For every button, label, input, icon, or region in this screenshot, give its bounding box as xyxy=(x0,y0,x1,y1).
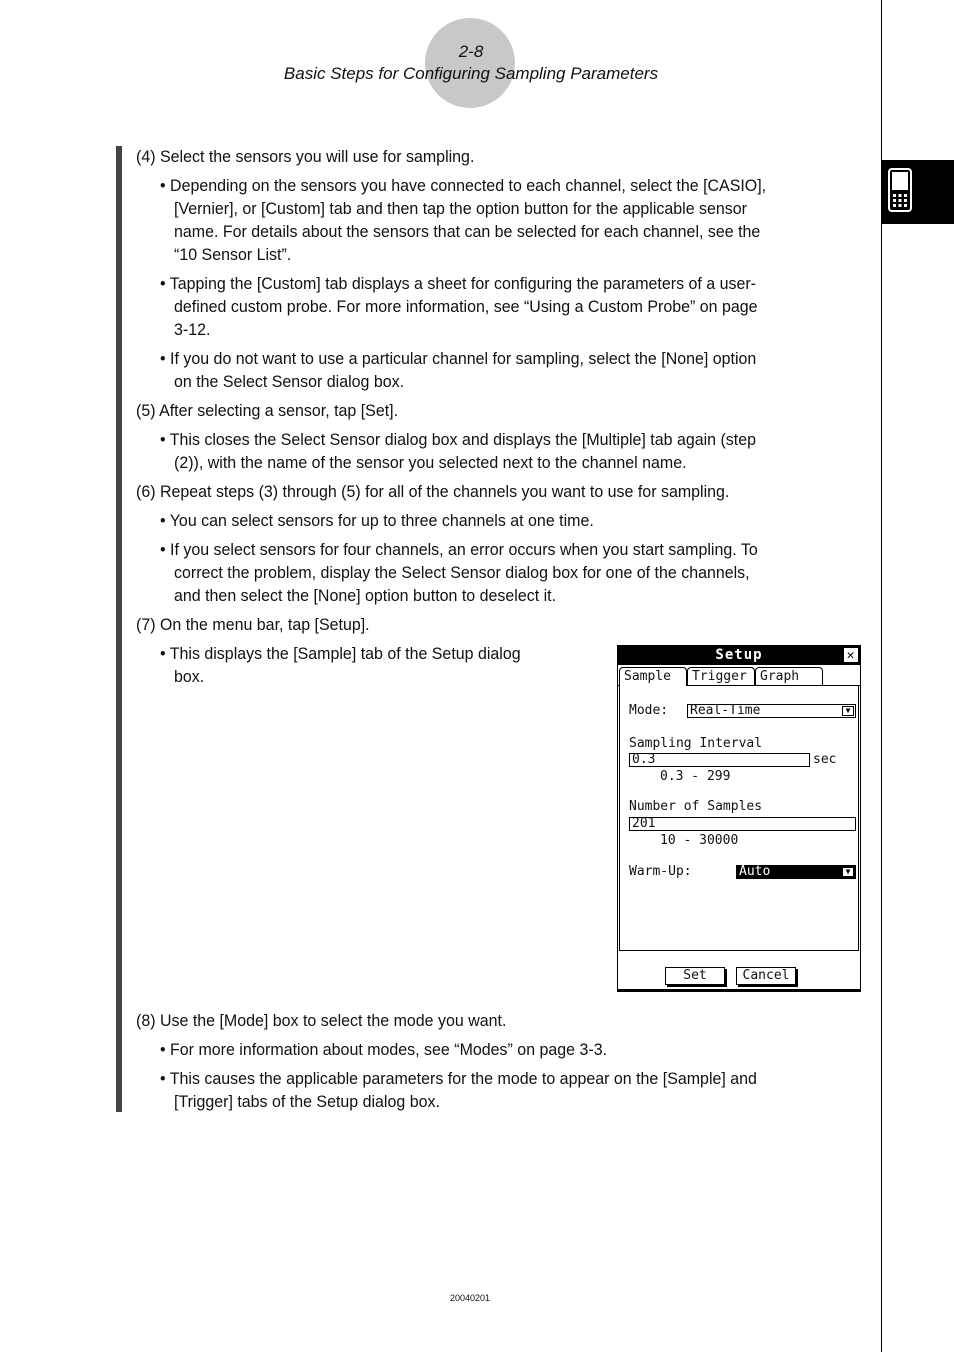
header-circle-decoration xyxy=(425,18,515,108)
number-of-samples-label: Number of Samples xyxy=(629,799,763,814)
dialog-title-bar: Setup ✕ xyxy=(618,646,860,665)
cancel-button[interactable]: Cancel xyxy=(736,967,796,985)
warm-up-value: Auto xyxy=(739,864,771,879)
step-6: (6) Repeat steps (3) through (5) for all… xyxy=(136,482,730,501)
step-4-bullet-3-line-2: on the Select Sensor dialog box. xyxy=(174,372,405,391)
set-button[interactable]: Set xyxy=(665,967,725,985)
step-5-bullet-1-line-2: (2)), with the name of the sensor you se… xyxy=(174,453,687,472)
sampling-interval-input[interactable]: 0.3 xyxy=(629,753,810,767)
step-5-bullet-1: • This closes the Select Sensor dialog b… xyxy=(160,430,757,449)
step-8-bullet-1: • For more information about modes, see … xyxy=(160,1040,608,1059)
change-bar xyxy=(116,146,122,1112)
dialog-bottom-border xyxy=(618,989,860,991)
step-4-bullet-3: • If you do not want to use a particular… xyxy=(160,349,757,368)
step-4-bullet-2: • Tapping the [Custom] tab displays a sh… xyxy=(160,274,757,293)
section-title: Basic Steps for Configuring Sampling Par… xyxy=(283,64,659,83)
warm-up-label: Warm-Up: xyxy=(629,864,692,879)
interval-unit: sec xyxy=(813,752,837,767)
step-6-bullet-1: • You can select sensors for up to three… xyxy=(160,511,594,530)
step-4-bullet-2-line-2: defined custom probe. For more informati… xyxy=(174,297,758,316)
setup-dialog: Setup ✕ Sample Trigger Graph Mode: Real-… xyxy=(617,645,861,992)
step-4: (4) Select the sensors you will use for … xyxy=(136,147,475,166)
step-6-bullet-2: • If you select sensors for four channel… xyxy=(160,540,758,559)
step-6-bullet-2-line-2: correct the problem, display the Select … xyxy=(174,563,750,582)
step-4-bullet-1-line-2: [Vernier], or [Custom] tab and then tap … xyxy=(174,199,747,218)
mode-label: Mode: xyxy=(629,703,669,718)
page-number: 2-8 xyxy=(458,42,484,61)
mode-value: Real-Time xyxy=(690,703,761,718)
number-of-samples-input[interactable]: 201 xyxy=(629,817,856,831)
step-8: (8) Use the [Mode] box to select the mod… xyxy=(136,1011,507,1030)
step-7: (7) On the menu bar, tap [Setup]. xyxy=(136,615,370,634)
chevron-down-icon[interactable]: ▼ xyxy=(842,867,854,877)
tab-trigger[interactable]: Trigger xyxy=(687,667,755,685)
chevron-down-icon[interactable]: ▼ xyxy=(842,706,854,716)
tab-sample[interactable]: Sample xyxy=(619,667,687,686)
calculator-icon xyxy=(888,168,912,212)
close-icon[interactable]: ✕ xyxy=(844,648,858,663)
dialog-title: Setup xyxy=(715,647,763,663)
step-4-bullet-1-line-3: name. For details about the sensors that… xyxy=(174,222,761,241)
step-5: (5) After selecting a sensor, tap [Set]. xyxy=(136,401,399,420)
step-7-bullet-1: • This displays the [Sample] tab of the … xyxy=(160,644,521,663)
step-6-bullet-2-line-3: and then select the [None] option button… xyxy=(174,586,557,605)
step-4-bullet-1-line-4: “10 Sensor List”. xyxy=(174,245,292,264)
interval-range: 0.3 - 299 xyxy=(660,769,731,784)
warm-up-select[interactable]: Auto ▼ xyxy=(736,865,856,879)
tab-graph[interactable]: Graph xyxy=(755,667,823,685)
dialog-body: Mode: Real-Time ▼ Sampling Interval 0.3 … xyxy=(619,686,859,951)
step-4-bullet-2-line-3: 3-12. xyxy=(174,320,211,339)
sampling-interval-label: Sampling Interval xyxy=(629,736,763,751)
step-8-bullet-2-line-2: [Trigger] tabs of the Setup dialog box. xyxy=(174,1092,440,1111)
mode-select[interactable]: Real-Time ▼ xyxy=(687,704,856,718)
footer-code: 20040201 xyxy=(449,1293,491,1303)
step-7-bullet-1-line-2: box. xyxy=(174,667,205,686)
step-8-bullet-2: • This causes the applicable parameters … xyxy=(160,1069,757,1088)
step-4-bullet-1: • Depending on the sensors you have conn… xyxy=(160,176,767,195)
dialog-tabs: Sample Trigger Graph xyxy=(618,667,860,686)
samples-range: 10 - 30000 xyxy=(660,833,739,848)
